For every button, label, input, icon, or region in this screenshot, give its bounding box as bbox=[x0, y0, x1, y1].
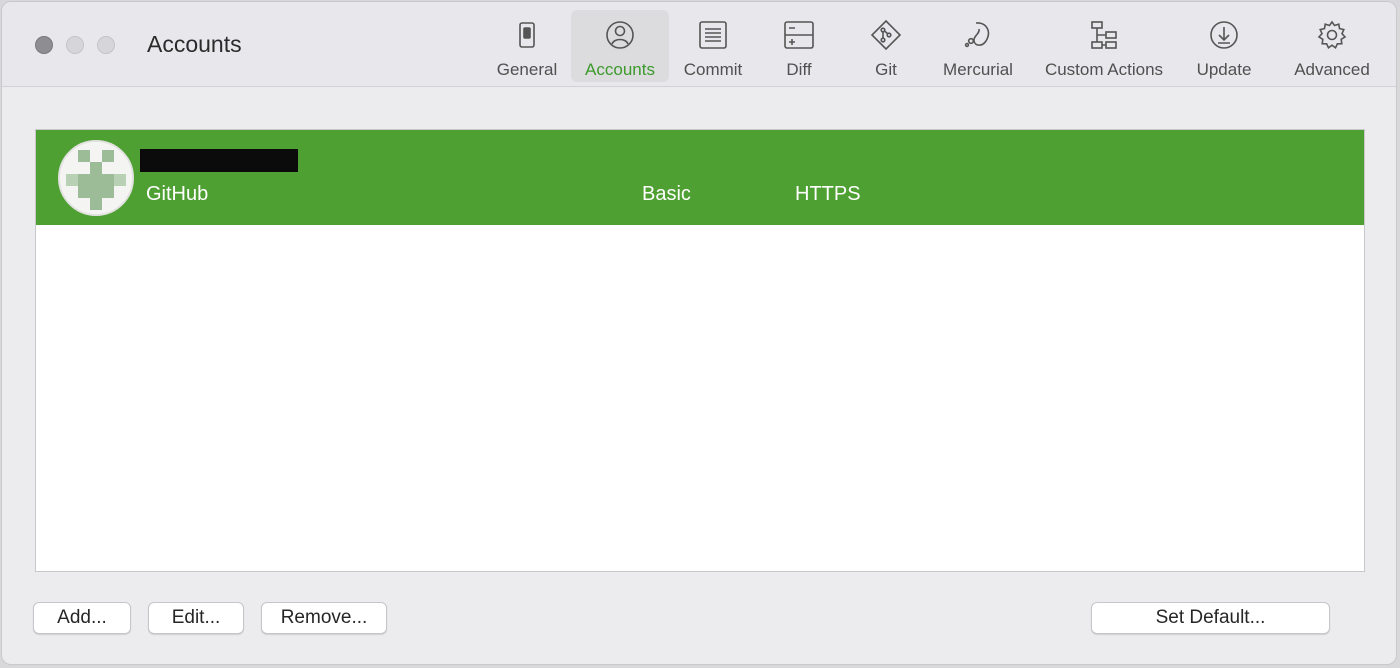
account-row[interactable]: GitHub Basic HTTPS bbox=[36, 130, 1364, 225]
remove-button[interactable]: Remove... bbox=[261, 602, 387, 634]
edit-button[interactable]: Edit... bbox=[148, 602, 244, 634]
account-host: GitHub bbox=[146, 183, 209, 205]
zoom-window-button[interactable] bbox=[97, 36, 115, 54]
update-icon bbox=[1207, 18, 1241, 52]
add-button[interactable]: Add... bbox=[33, 602, 131, 634]
accounts-list[interactable]: GitHub Basic HTTPS bbox=[35, 129, 1365, 572]
general-icon bbox=[510, 18, 544, 52]
accounts-icon bbox=[603, 18, 637, 52]
diff-icon bbox=[782, 18, 816, 52]
tab-general[interactable]: General bbox=[489, 10, 565, 82]
preferences-window: Accounts General Accounts Commit Diff Gi… bbox=[1, 1, 1397, 665]
account-auth-type: Basic bbox=[642, 183, 691, 205]
tab-advanced[interactable]: Advanced bbox=[1286, 10, 1378, 82]
tab-git[interactable]: Git bbox=[855, 10, 917, 82]
tab-update[interactable]: Update bbox=[1188, 10, 1260, 82]
git-icon bbox=[869, 18, 903, 52]
minimize-window-button[interactable] bbox=[66, 36, 84, 54]
commit-icon bbox=[696, 18, 730, 52]
tab-mercurial[interactable]: Mercurial bbox=[935, 10, 1021, 82]
redacted-username bbox=[140, 149, 298, 172]
mercurial-icon bbox=[961, 18, 995, 52]
account-protocol: HTTPS bbox=[795, 183, 861, 205]
window-title: Accounts bbox=[147, 31, 242, 57]
custom-actions-icon bbox=[1087, 18, 1121, 52]
set-default-button[interactable]: Set Default... bbox=[1091, 602, 1330, 634]
tab-commit[interactable]: Commit bbox=[675, 10, 751, 82]
close-window-button[interactable] bbox=[35, 36, 53, 54]
gear-icon bbox=[1315, 18, 1349, 52]
tab-diff[interactable]: Diff bbox=[767, 10, 831, 82]
tab-accounts[interactable]: Accounts bbox=[571, 10, 669, 82]
toolbar: Accounts General Accounts Commit Diff Gi… bbox=[2, 2, 1396, 87]
avatar bbox=[58, 140, 134, 216]
tab-custom-actions[interactable]: Custom Actions bbox=[1035, 10, 1173, 82]
